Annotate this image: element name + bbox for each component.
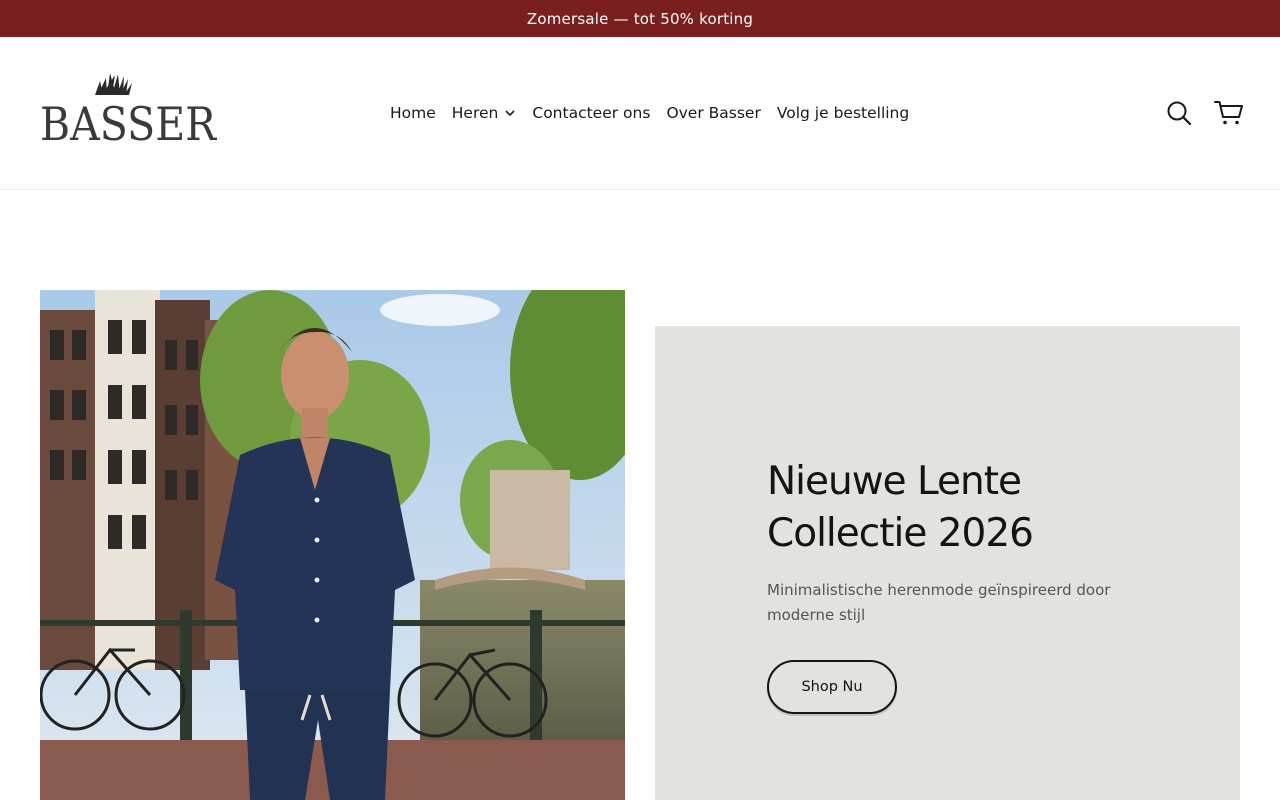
search-button[interactable] [1166,100,1192,126]
nav-heren-label: Heren [451,104,499,122]
shop-now-button[interactable]: Shop Nu [767,660,897,714]
hero-panel: Nieuwe Lente Collectie 2026 Minimalistis… [655,326,1240,800]
hero-title: Nieuwe Lente Collectie 2026 [767,456,1187,560]
nav-home[interactable]: Home [390,104,436,122]
nav-heren[interactable]: Heren [452,104,517,122]
hero-subtitle: Minimalistische herenmode geïnspireerd d… [767,581,1111,624]
cart-button[interactable] [1214,100,1244,126]
announcement-text: Zomersale — tot 50% korting [526,9,754,28]
chevron-down-icon [505,110,515,117]
brand-logo-text: BASSER [40,97,217,147]
hero-title-line-2: Collectie 2026 [767,511,1034,556]
nav-about[interactable]: Over Basser [666,104,760,122]
nav-track-order[interactable]: Volg je bestelling [777,104,909,122]
nav-home-label: Home [390,104,436,122]
main-nav: Home Heren Contacteer ons Over Basser Vo… [390,37,909,189]
brand-logo[interactable]: BASSER [40,73,220,147]
nav-track-order-label: Volg je bestelling [776,104,910,122]
hero-image [40,290,625,800]
cart-icon [1214,101,1243,125]
header-icons [1166,37,1244,189]
hero-title-line-1: Nieuwe Lente [767,459,1022,504]
search-icon [1167,101,1192,126]
site-header: BASSER Home Heren Contacteer ons Over Ba… [0,37,1280,190]
nav-about-label: Over Basser [666,104,761,122]
nav-contact-label: Contacteer ons [532,104,651,122]
nav-contact[interactable]: Contacteer ons [532,104,650,122]
announcement-bar: Zomersale — tot 50% korting [0,0,1280,37]
